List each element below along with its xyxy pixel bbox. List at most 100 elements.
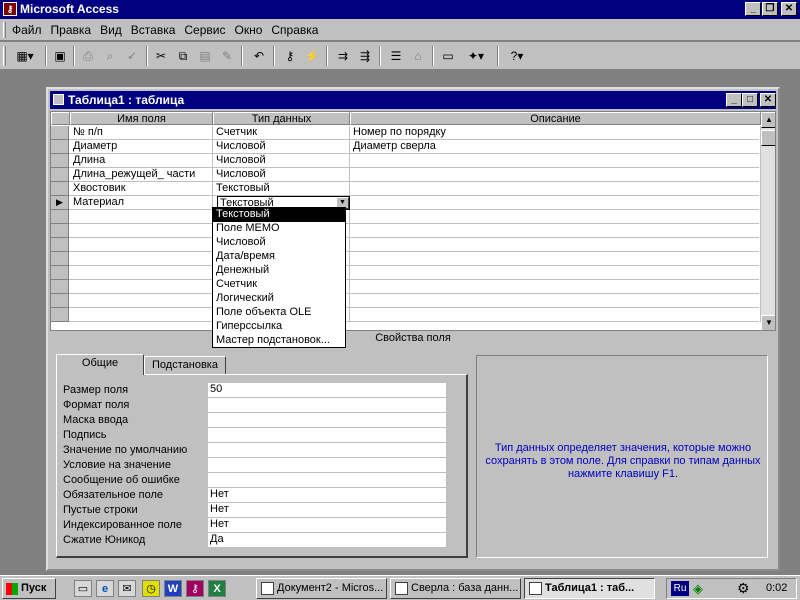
minimize-button[interactable]: _ — [745, 2, 761, 16]
dropdown-option[interactable]: Поле объекта OLE — [213, 306, 345, 320]
row-selector[interactable] — [51, 154, 69, 168]
description-cell[interactable]: Диаметр сверла — [350, 140, 761, 154]
row-selector[interactable] — [51, 238, 69, 252]
row-selector[interactable] — [51, 182, 69, 196]
field-name-cell[interactable] — [70, 266, 213, 280]
field-name-cell[interactable]: Материал — [70, 196, 213, 210]
field-name-cell[interactable]: № п/п — [70, 126, 213, 140]
property-value-field[interactable] — [208, 428, 446, 442]
field-name-cell[interactable]: Длина_режущей_ части — [70, 168, 213, 182]
database-window-icon[interactable]: ▭ — [438, 46, 458, 66]
dropdown-option[interactable]: Счетчик — [213, 278, 345, 292]
start-button[interactable]: Пуск — [2, 578, 56, 599]
excel-icon[interactable]: X — [208, 580, 226, 597]
field-name-cell[interactable]: Диаметр — [70, 140, 213, 154]
gear-icon[interactable]: ⚙ — [737, 580, 750, 597]
scroll-up-icon[interactable]: ▲ — [761, 112, 775, 128]
table-row[interactable]: Диаметр Числовой Диаметр сверла — [51, 140, 761, 154]
property-value-field[interactable]: Нет — [208, 518, 446, 532]
description-cell[interactable] — [350, 280, 761, 294]
internet-explorer-icon[interactable]: e — [96, 580, 114, 597]
dropdown-option[interactable]: Мастер подстановок... — [213, 334, 345, 348]
table-icon[interactable] — [53, 94, 64, 105]
description-cell[interactable] — [350, 154, 761, 168]
table-maximize-button[interactable]: □ — [742, 93, 758, 107]
description-cell[interactable] — [350, 196, 761, 210]
table-row[interactable] — [51, 238, 761, 252]
menu-edit[interactable]: Правка — [51, 23, 92, 37]
scroll-thumb[interactable] — [761, 130, 775, 146]
field-name-cell[interactable] — [70, 210, 213, 224]
description-cell[interactable] — [350, 182, 761, 196]
insert-row-icon[interactable]: ⇉ — [333, 46, 353, 66]
print-icon[interactable]: ⎙ — [78, 46, 98, 66]
description-cell[interactable] — [350, 224, 761, 238]
property-value-field[interactable] — [208, 398, 446, 412]
row-selector[interactable] — [51, 126, 69, 140]
description-cell[interactable] — [350, 252, 761, 266]
properties-icon[interactable]: ☰ — [386, 46, 406, 66]
table-row[interactable] — [51, 224, 761, 238]
table-row[interactable] — [51, 252, 761, 266]
help-icon[interactable]: ?▾ — [503, 46, 531, 66]
property-value-field[interactable] — [208, 473, 446, 487]
data-type-dropdown-list[interactable]: Текстовый Поле MEMO Числовой Дата/время Дене… — [212, 207, 346, 348]
data-type-cell[interactable]: Текстовый — [213, 182, 350, 196]
row-selector[interactable] — [51, 168, 69, 182]
delete-row-icon[interactable]: ⇶ — [355, 46, 375, 66]
copy-icon[interactable]: ⧉ — [173, 46, 193, 66]
dropdown-option[interactable]: Числовой — [213, 236, 345, 250]
menu-grip[interactable] — [3, 22, 6, 38]
table-row[interactable] — [51, 308, 761, 322]
col-header-data-type[interactable]: Тип данных — [213, 112, 350, 125]
menu-tools[interactable]: Сервис — [184, 23, 225, 37]
preview-icon[interactable]: ⌕ — [100, 46, 120, 66]
row-selector[interactable] — [51, 252, 69, 266]
scheduler-icon[interactable]: ◷ — [142, 580, 160, 597]
property-value-field[interactable]: 50 — [208, 383, 446, 397]
row-selector[interactable] — [51, 308, 69, 322]
field-name-cell[interactable] — [70, 252, 213, 266]
table-row[interactable]: ▶ Материал — [51, 196, 761, 210]
menu-insert[interactable]: Вставка — [131, 23, 176, 37]
menu-help[interactable]: Справка — [271, 23, 318, 37]
row-selector[interactable]: ▶ — [51, 196, 69, 210]
row-selector[interactable] — [51, 266, 69, 280]
row-selector[interactable] — [51, 140, 69, 154]
key-icon[interactable]: ⚷ — [280, 46, 300, 66]
description-cell[interactable]: Номер по порядку — [350, 126, 761, 140]
table-row[interactable]: Хвостовик Текстовый — [51, 182, 761, 196]
data-type-cell[interactable]: Числовой — [213, 140, 350, 154]
field-name-cell[interactable]: Длина — [70, 154, 213, 168]
description-cell[interactable] — [350, 238, 761, 252]
access-icon[interactable]: ⚷ — [186, 580, 204, 597]
word-icon[interactable]: W — [164, 580, 182, 597]
format-painter-icon[interactable]: ✎ — [217, 46, 237, 66]
menu-view[interactable]: Вид — [100, 23, 122, 37]
paste-icon[interactable]: ▤ — [195, 46, 215, 66]
property-value-field[interactable]: Нет — [208, 488, 446, 502]
dropdown-option[interactable]: Логический — [213, 292, 345, 306]
table-row[interactable]: № п/п Счетчик Номер по порядку — [51, 126, 761, 140]
close-button[interactable]: ✕ — [781, 2, 797, 16]
taskbar-button-table[interactable]: Таблица1 : таб... — [524, 578, 655, 599]
table-row[interactable] — [51, 266, 761, 280]
data-type-cell[interactable]: Счетчик — [213, 126, 350, 140]
dropdown-option[interactable]: Текстовый — [213, 208, 345, 222]
row-selector[interactable] — [51, 210, 69, 224]
property-value-field[interactable] — [208, 413, 446, 427]
table-row[interactable] — [51, 294, 761, 308]
shield-icon[interactable]: ◈ — [693, 581, 703, 597]
description-cell[interactable] — [350, 168, 761, 182]
toolbar-grip[interactable] — [3, 46, 6, 66]
property-value-field[interactable]: Да — [208, 533, 446, 547]
row-selector[interactable] — [51, 280, 69, 294]
taskbar-button-database[interactable]: Сверла : база данн... — [390, 578, 521, 599]
scroll-down-icon[interactable]: ▼ — [761, 315, 775, 330]
show-desktop-icon[interactable]: ▭ — [74, 580, 92, 597]
col-header-field-name[interactable]: Имя поля — [70, 112, 213, 125]
field-name-cell[interactable] — [70, 238, 213, 252]
description-cell[interactable] — [350, 294, 761, 308]
data-type-cell[interactable]: Числовой — [213, 154, 350, 168]
outlook-express-icon[interactable]: ✉ — [118, 580, 136, 597]
